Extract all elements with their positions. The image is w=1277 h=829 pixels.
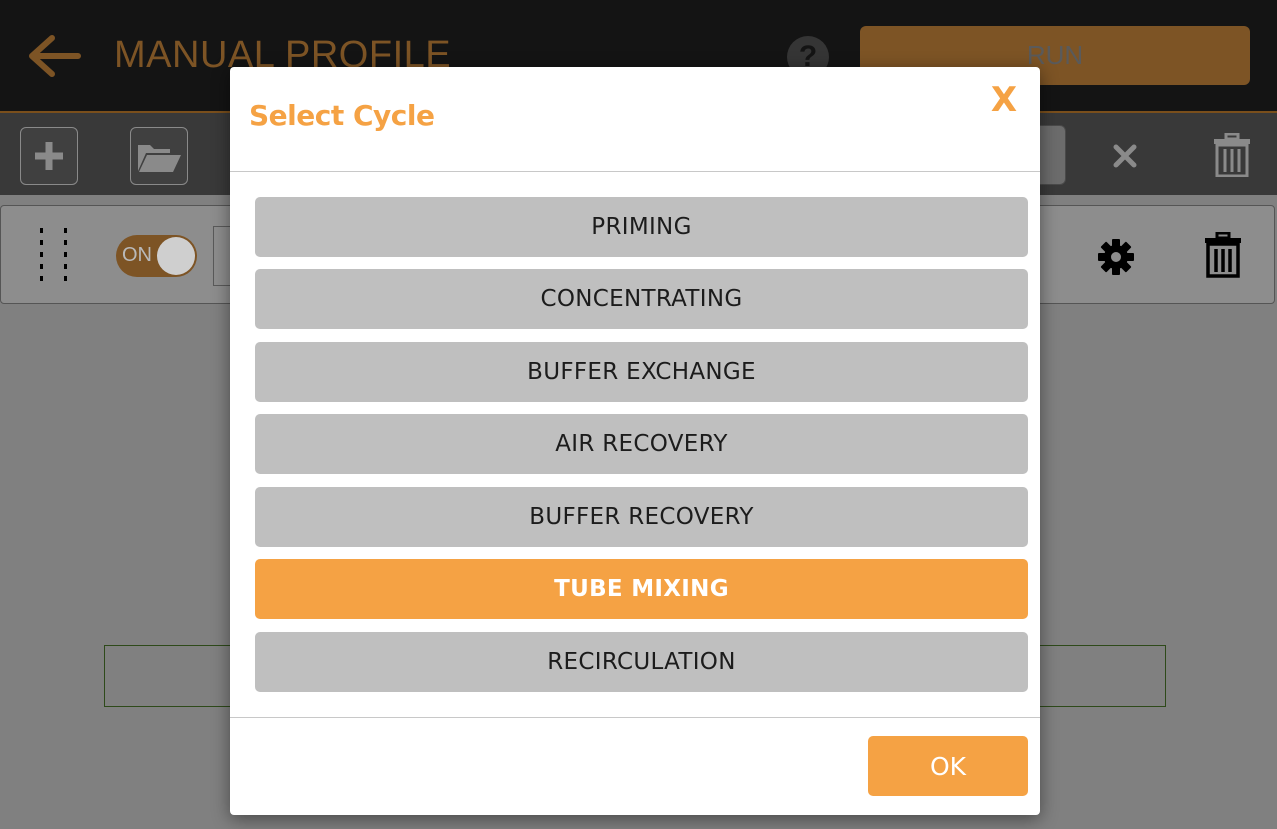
dialog-title: Select Cycle xyxy=(249,99,435,132)
cycle-option-buffer-recovery[interactable]: BUFFER RECOVERY xyxy=(255,487,1028,547)
cycle-option-air-recovery[interactable]: AIR RECOVERY xyxy=(255,414,1028,474)
ok-button[interactable]: OK xyxy=(868,736,1028,796)
gear-icon[interactable] xyxy=(1097,238,1135,276)
plus-icon xyxy=(35,142,63,170)
cycle-option-priming[interactable]: PRIMING xyxy=(255,197,1028,257)
header-divider xyxy=(230,171,1040,172)
cycle-option-recirculation[interactable]: RECIRCULATION xyxy=(255,632,1028,692)
cycle-option-buffer-exchange[interactable]: BUFFER EXCHANGE xyxy=(255,342,1028,402)
add-step-button[interactable] xyxy=(20,127,78,185)
footer-divider xyxy=(230,717,1040,718)
close-dialog-button[interactable]: X xyxy=(982,80,1026,120)
toggle-label: ON xyxy=(122,244,152,266)
cycle-option-concentrating[interactable]: CONCENTRATING xyxy=(255,269,1028,329)
open-profile-button[interactable] xyxy=(130,127,188,185)
close-icon[interactable] xyxy=(1110,141,1140,171)
trash-icon[interactable] xyxy=(1212,133,1252,177)
step-enable-toggle[interactable]: ON xyxy=(116,235,197,277)
folder-open-icon xyxy=(138,145,181,172)
back-arrow-icon[interactable] xyxy=(26,32,82,80)
toggle-knob xyxy=(157,237,195,275)
drag-handle-icon[interactable] xyxy=(37,226,71,286)
select-cycle-dialog: Select Cycle X PRIMING CONCENTRATING BUF… xyxy=(230,67,1040,815)
trash-icon[interactable] xyxy=(1204,232,1242,278)
cycle-option-tube-mixing[interactable]: TUBE MIXING xyxy=(255,559,1028,619)
